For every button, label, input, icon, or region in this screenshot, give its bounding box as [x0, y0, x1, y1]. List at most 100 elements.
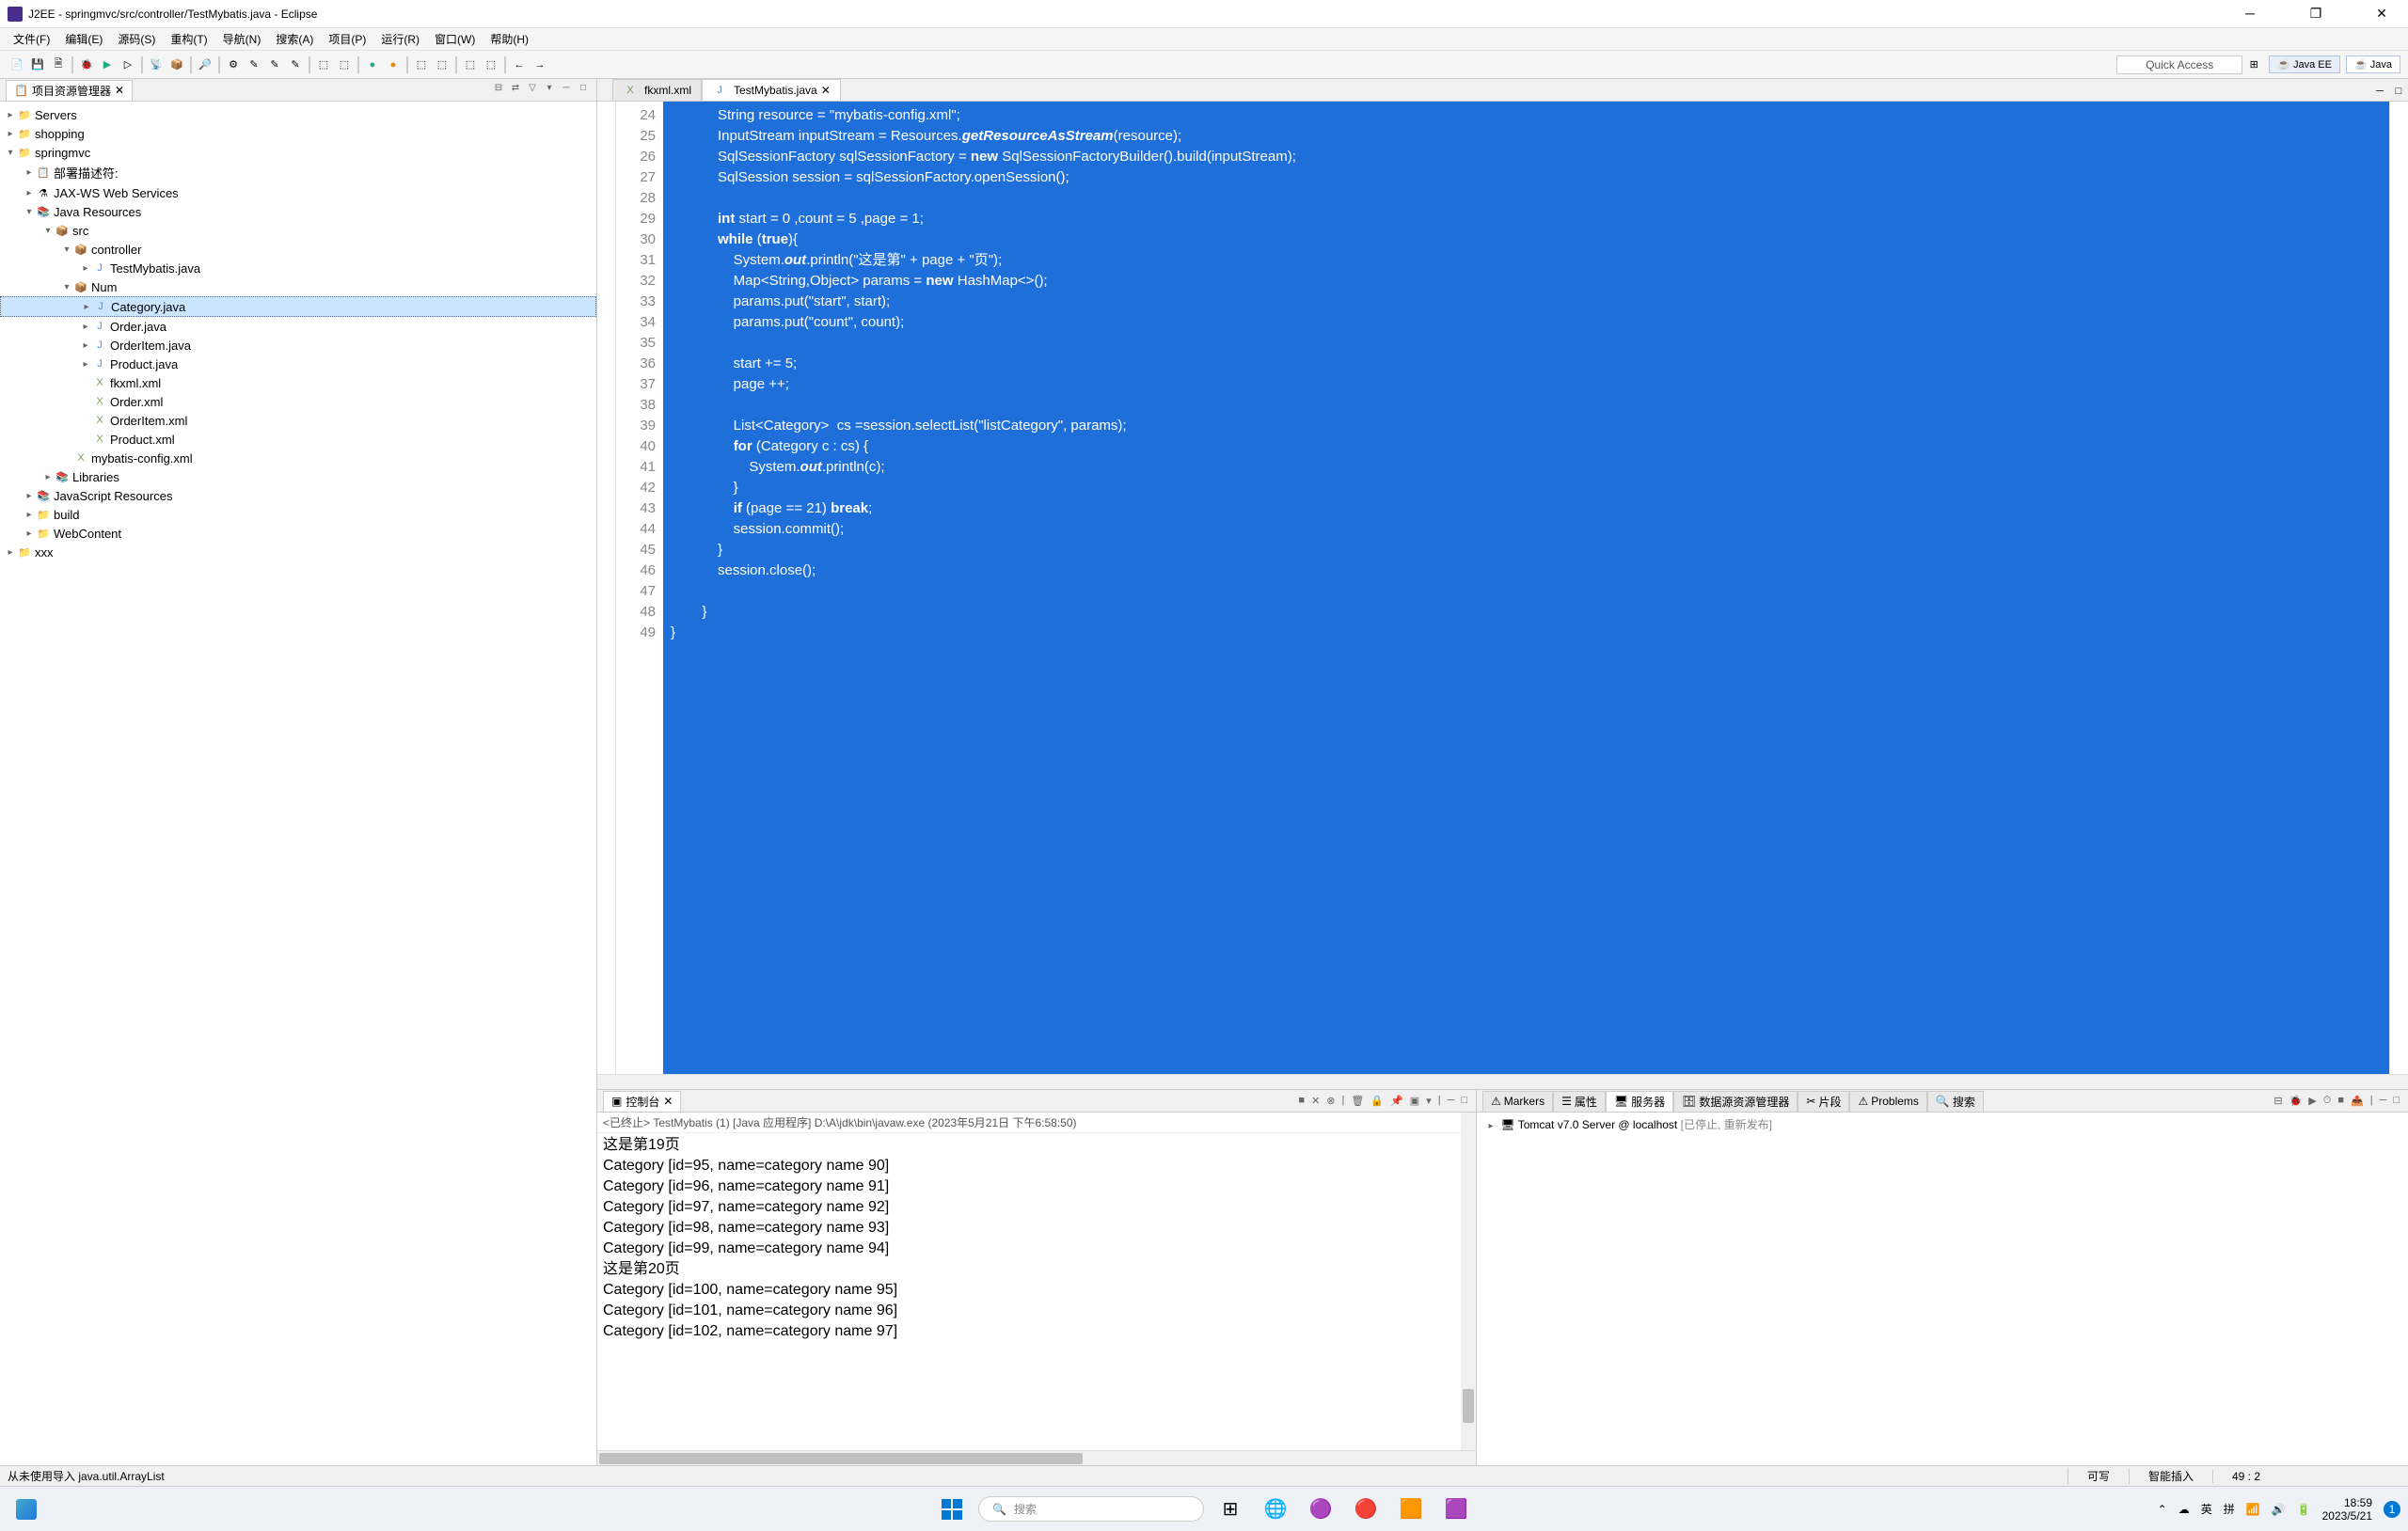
forward-button[interactable]: →	[531, 55, 549, 74]
line-gutter[interactable]: 2425262728293031323334353637383940414243…	[616, 102, 663, 1074]
tool-icon[interactable]: ⬚	[461, 55, 480, 74]
tool-icon[interactable]: ●	[384, 55, 403, 74]
editor-hscroll[interactable]	[597, 1074, 2408, 1089]
link-editor-icon[interactable]: ⇄	[508, 83, 523, 98]
code-editor[interactable]: 2425262728293031323334353637383940414243…	[597, 102, 2408, 1074]
tool-icon[interactable]: ●	[363, 55, 382, 74]
debug-server-icon[interactable]: 🐞	[2287, 1095, 2305, 1107]
snippets-tab[interactable]: ✂ 片段	[1798, 1091, 1849, 1112]
tree-item-springmvc[interactable]: ▾📁springmvc	[0, 143, 596, 162]
tool-icon[interactable]: ✎	[286, 55, 305, 74]
tree-item-num[interactable]: ▾📦Num	[0, 277, 596, 296]
tree-item-jsres[interactable]: ▸📚JavaScript Resources	[0, 486, 596, 505]
tree-item-jaxws[interactable]: ▸⚗JAX-WS Web Services	[0, 183, 596, 202]
menu-refactor[interactable]: 重构(T)	[165, 29, 213, 49]
tree-item-orderitemxml[interactable]: XOrderItem.xml	[0, 411, 596, 430]
run-last-button[interactable]: ▷	[119, 55, 137, 74]
tool-icon[interactable]: ✎	[245, 55, 263, 74]
minimize-icon[interactable]: ─	[559, 83, 574, 98]
tree-item-xxx[interactable]: ▸📁xxx	[0, 543, 596, 561]
terminate-icon[interactable]: ■	[1295, 1095, 1307, 1107]
save-all-button[interactable]: 🗎	[49, 55, 68, 74]
tree-item-servers[interactable]: ▸📁Servers	[0, 105, 596, 124]
console-output[interactable]: 这是第19页Category [id=95, name=category nam…	[597, 1133, 1476, 1450]
taskbar-search[interactable]: 🔍搜索	[978, 1496, 1204, 1522]
display-icon[interactable]: ▣	[1407, 1095, 1422, 1107]
menu-help[interactable]: 帮助(H)	[484, 29, 534, 49]
perspective-javaee[interactable]: ☕ Java EE	[2269, 55, 2340, 73]
view-menu-icon[interactable]: ▾	[542, 83, 557, 98]
tree-item-fkxml[interactable]: Xfkxml.xml	[0, 373, 596, 392]
close-icon[interactable]: ✕	[115, 84, 124, 97]
tree-item-libraries[interactable]: ▸📚Libraries	[0, 467, 596, 486]
tool-icon[interactable]: ⬚	[433, 55, 452, 74]
tree-item-category[interactable]: ▸JCategory.java	[0, 296, 596, 317]
menu-edit[interactable]: 编辑(E)	[59, 29, 108, 49]
maximize-icon[interactable]: □	[2390, 1095, 2402, 1107]
save-button[interactable]: 💾	[28, 55, 47, 74]
code-area[interactable]: String resource = "mybatis-config.xml"; …	[663, 102, 2389, 1074]
new-button[interactable]: 📄	[8, 55, 26, 74]
widgets-button[interactable]	[8, 1491, 45, 1528]
tool-icon[interactable]: ⬚	[482, 55, 500, 74]
open-console-icon[interactable]: ▾	[1423, 1095, 1434, 1107]
tree-item-build[interactable]: ▸📁build	[0, 505, 596, 524]
console-hscroll[interactable]	[597, 1450, 1476, 1465]
close-icon[interactable]: ✕	[821, 84, 831, 97]
tool-icon[interactable]: ⚙	[224, 55, 243, 74]
project-explorer-tab[interactable]: 📋 项目资源管理器 ✕	[6, 80, 133, 101]
scroll-lock-icon[interactable]: 🔒	[1368, 1095, 1386, 1107]
tool-icon[interactable]: ⬚	[335, 55, 354, 74]
maximize-icon[interactable]: □	[2389, 82, 2408, 101]
menu-file[interactable]: 文件(F)	[8, 29, 55, 49]
tree-item-javares[interactable]: ▾📚Java Resources	[0, 202, 596, 221]
tree-item-product[interactable]: ▸JProduct.java	[0, 355, 596, 373]
search-tab[interactable]: 🔍 搜索	[1927, 1091, 1984, 1112]
project-tree[interactable]: ▸📁Servers ▸📁shopping ▾📁springmvc ▸📋部署描述符…	[0, 102, 596, 1465]
open-type-button[interactable]: 🔎	[196, 55, 214, 74]
app-icon[interactable]: 🟧	[1392, 1491, 1430, 1528]
eclipse-icon[interactable]: 🟣	[1302, 1491, 1339, 1528]
edge-icon[interactable]: 🌐	[1257, 1491, 1294, 1528]
menu-search[interactable]: 搜索(A)	[270, 29, 319, 49]
remove-icon[interactable]: ✕	[1308, 1095, 1323, 1107]
maximize-icon[interactable]: □	[1458, 1095, 1470, 1107]
editor-tab-fkxml[interactable]: Xfkxml.xml	[612, 79, 702, 101]
pin-icon[interactable]: 📌	[1387, 1095, 1406, 1107]
open-perspective-button[interactable]: ⊞	[2244, 55, 2263, 74]
overview-ruler[interactable]	[2389, 102, 2408, 1074]
perspective-java[interactable]: ☕ Java	[2346, 55, 2400, 73]
minimize-icon[interactable]: ─	[2377, 1095, 2390, 1107]
datasource-tab[interactable]: 🗄 数据源资源管理器	[1673, 1091, 1798, 1112]
servers-tab[interactable]: 🖥 服务器	[1606, 1091, 1673, 1112]
console-tab[interactable]: ▣控制台 ✕	[603, 1091, 681, 1112]
profile-icon[interactable]: ⏱	[2321, 1095, 2335, 1107]
new-package-button[interactable]: 📦	[167, 55, 186, 74]
stop-icon[interactable]: ■	[2335, 1095, 2347, 1107]
debug-button[interactable]: 🐞	[77, 55, 96, 74]
back-button[interactable]: ←	[510, 55, 529, 74]
start-button[interactable]	[933, 1491, 971, 1528]
intellij-icon[interactable]: 🟪	[1437, 1491, 1475, 1528]
menu-run[interactable]: 运行(R)	[375, 29, 425, 49]
servers-content[interactable]: ▸ 🖥 Tomcat v7.0 Server @ localhost [已停止,…	[1477, 1113, 2408, 1465]
new-server-button[interactable]: 📡	[147, 55, 166, 74]
run-button[interactable]: ▶	[98, 55, 117, 74]
menu-window[interactable]: 窗口(W)	[429, 29, 481, 49]
maximize-button[interactable]: ❐	[2297, 6, 2335, 22]
tree-item-order[interactable]: ▸JOrder.java	[0, 317, 596, 336]
clear-icon[interactable]: 🗑	[1348, 1095, 1367, 1107]
filter-icon[interactable]: ▽	[525, 83, 540, 98]
menu-project[interactable]: 项目(P)	[323, 29, 372, 49]
tree-item-shopping[interactable]: ▸📁shopping	[0, 124, 596, 143]
menu-source[interactable]: 源码(S)	[112, 29, 161, 49]
tree-item-orderxml[interactable]: XOrder.xml	[0, 392, 596, 411]
publish-icon[interactable]: 📤	[2348, 1095, 2367, 1107]
close-icon[interactable]: ✕	[663, 1095, 673, 1108]
tool-icon[interactable]: ✎	[265, 55, 284, 74]
tree-item-orderitem[interactable]: ▸JOrderItem.java	[0, 336, 596, 355]
properties-tab[interactable]: ☰ 属性	[1553, 1091, 1606, 1112]
close-button[interactable]: ✕	[2363, 6, 2400, 22]
quick-access[interactable]: Quick Access	[2116, 55, 2242, 74]
run-server-icon[interactable]: ▶	[2305, 1095, 2319, 1107]
